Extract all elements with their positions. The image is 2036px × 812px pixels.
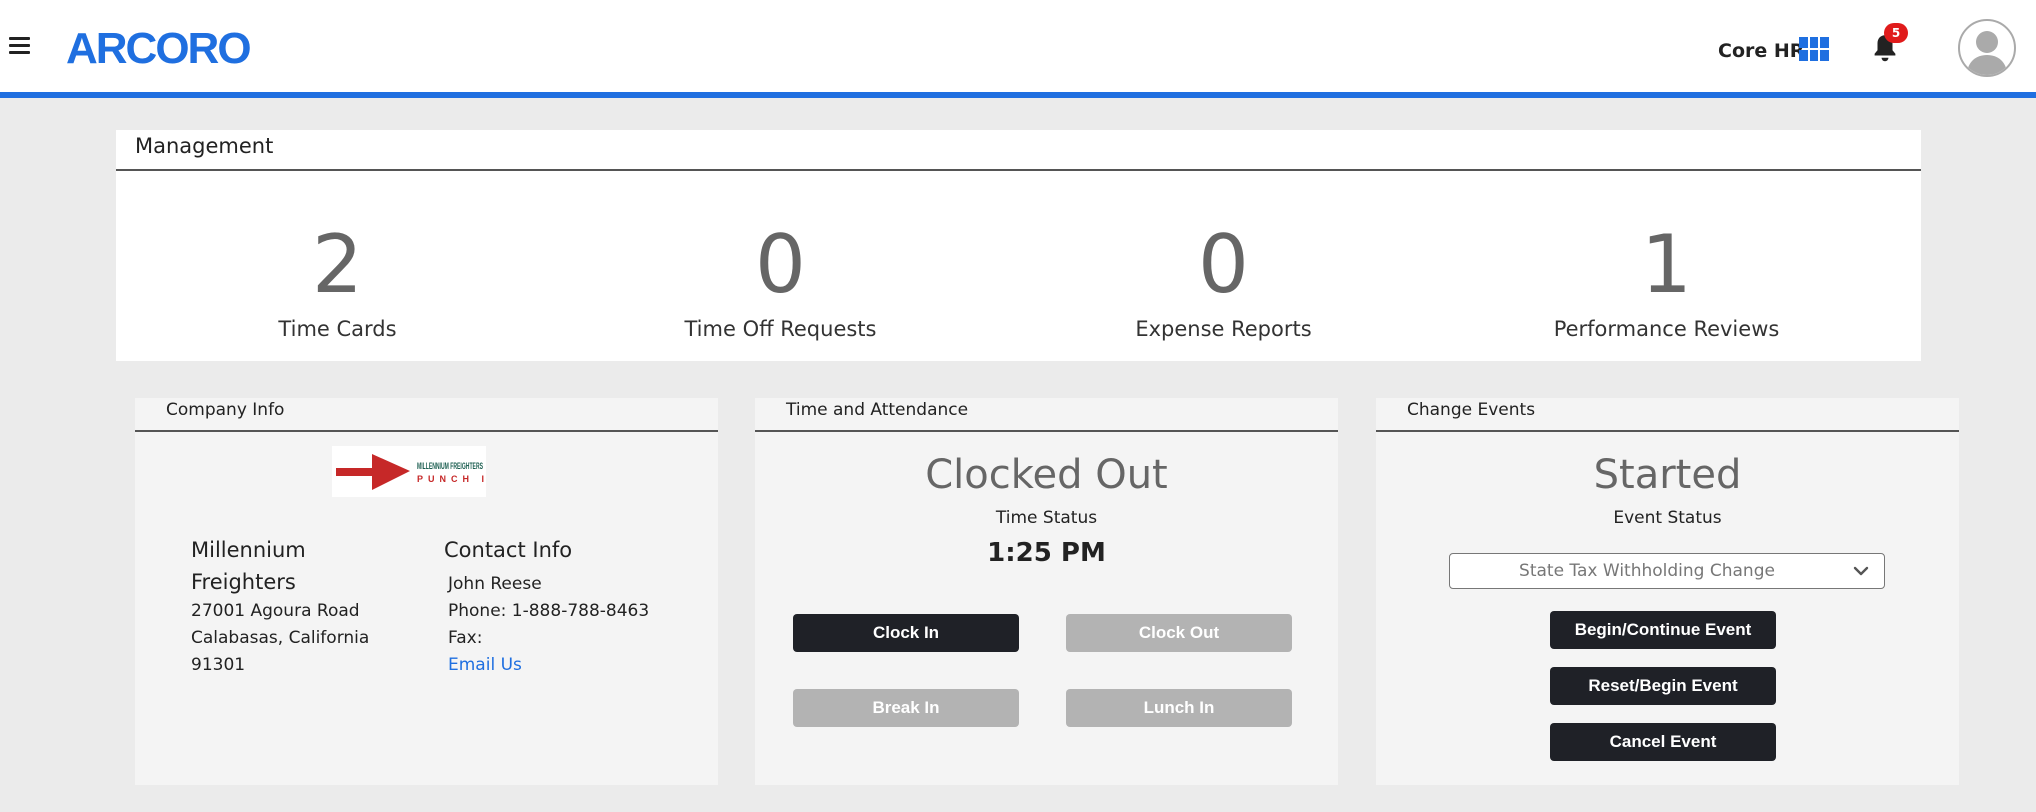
module-label[interactable]: Core HR	[1718, 40, 1804, 62]
stat-expense-reports[interactable]: 0 Expense Reports	[1002, 218, 1445, 342]
stat-time-cards[interactable]: 2 Time Cards	[116, 218, 559, 342]
stat-performance-reviews[interactable]: 1 Performance Reviews	[1445, 218, 1888, 342]
address-line: 27001 Agoura Road	[191, 601, 360, 621]
card-title: Change Events	[1407, 400, 1536, 420]
management-panel: Management 2 Time Cards 0 Time Off Reque…	[116, 130, 1921, 361]
card-divider	[1376, 430, 1959, 432]
company-name: Millennium Freighters	[191, 538, 306, 594]
company-logo: MILLENNIUM FREIGHTERS PUNCH IT	[332, 446, 486, 497]
card-title: Time and Attendance	[786, 400, 969, 420]
time-status-value: Clocked Out	[925, 452, 1168, 498]
stat-value: 0	[1198, 218, 1249, 311]
break-in-button[interactable]: Break In	[793, 689, 1019, 727]
contact-fax: Fax:	[448, 628, 483, 648]
company-address: 27001 Agoura Road Calabasas, California …	[191, 598, 391, 679]
hamburger-menu-icon[interactable]	[9, 37, 30, 57]
stat-label: Time Cards	[278, 317, 397, 341]
chevron-down-icon	[1853, 566, 1869, 576]
notification-badge[interactable]: 5	[1884, 23, 1908, 43]
company-info-card: Company Info MILLENNIUM FREIGHTERS PUNCH…	[135, 398, 718, 785]
user-avatar[interactable]	[1958, 19, 2016, 77]
event-select-dropdown[interactable]: State Tax Withholding Change	[1449, 553, 1885, 589]
card-title: Company Info	[166, 400, 285, 420]
contact-info-title: Contact Info	[444, 538, 573, 562]
clock-in-button[interactable]: Clock In	[793, 614, 1019, 652]
contact-details: John Reese Phone: 1-888-788-8463 Fax: Em…	[448, 571, 649, 679]
begin-continue-event-button[interactable]: Begin/Continue Event	[1550, 611, 1776, 649]
current-time: 1:25 PM	[987, 538, 1106, 568]
lunch-in-button[interactable]: Lunch In	[1066, 689, 1292, 727]
stat-label: Performance Reviews	[1553, 317, 1780, 341]
stat-value: 0	[755, 218, 806, 311]
stat-label: Expense Reports	[1135, 317, 1312, 341]
stat-value: 1	[1641, 218, 1692, 311]
email-us-link[interactable]: Email Us	[448, 652, 649, 679]
arcoro-logo[interactable]: ARCORO	[66, 24, 252, 74]
management-divider	[116, 169, 1921, 171]
cancel-event-button[interactable]: Cancel Event	[1550, 723, 1776, 761]
event-status-value: Started	[1593, 452, 1742, 498]
address-line: 91301	[191, 655, 246, 675]
user-silhouette-icon	[1967, 31, 2007, 75]
clock-out-button[interactable]: Clock Out	[1066, 614, 1292, 652]
card-divider	[135, 430, 718, 432]
stat-value: 2	[312, 218, 363, 311]
address-line: Calabasas, California	[191, 628, 370, 648]
reset-begin-event-button[interactable]: Reset/Begin Event	[1550, 667, 1776, 705]
management-title: Management	[135, 134, 274, 158]
time-status-label: Time Status	[995, 508, 1098, 528]
stat-time-off-requests[interactable]: 0 Time Off Requests	[559, 218, 1002, 342]
time-attendance-card: Time and Attendance Clocked Out Time Sta…	[755, 398, 1338, 785]
company-logo-text-bottom: PUNCH IT	[417, 474, 486, 484]
stat-label: Time Off Requests	[684, 317, 877, 341]
change-events-card: Change Events Started Event Status State…	[1376, 398, 1959, 785]
company-logo-text-top: MILLENNIUM FREIGHTERS	[417, 461, 483, 471]
contact-name: John Reese	[448, 574, 542, 594]
app-grid-icon[interactable]	[1799, 37, 1829, 61]
card-divider	[755, 430, 1338, 432]
event-status-label: Event Status	[1613, 508, 1722, 528]
top-bar: ARCORO Core HR 5	[0, 0, 2036, 98]
contact-phone: Phone: 1-888-788-8463	[448, 601, 650, 621]
selected-event: State Tax Withholding Change	[1519, 561, 1775, 581]
